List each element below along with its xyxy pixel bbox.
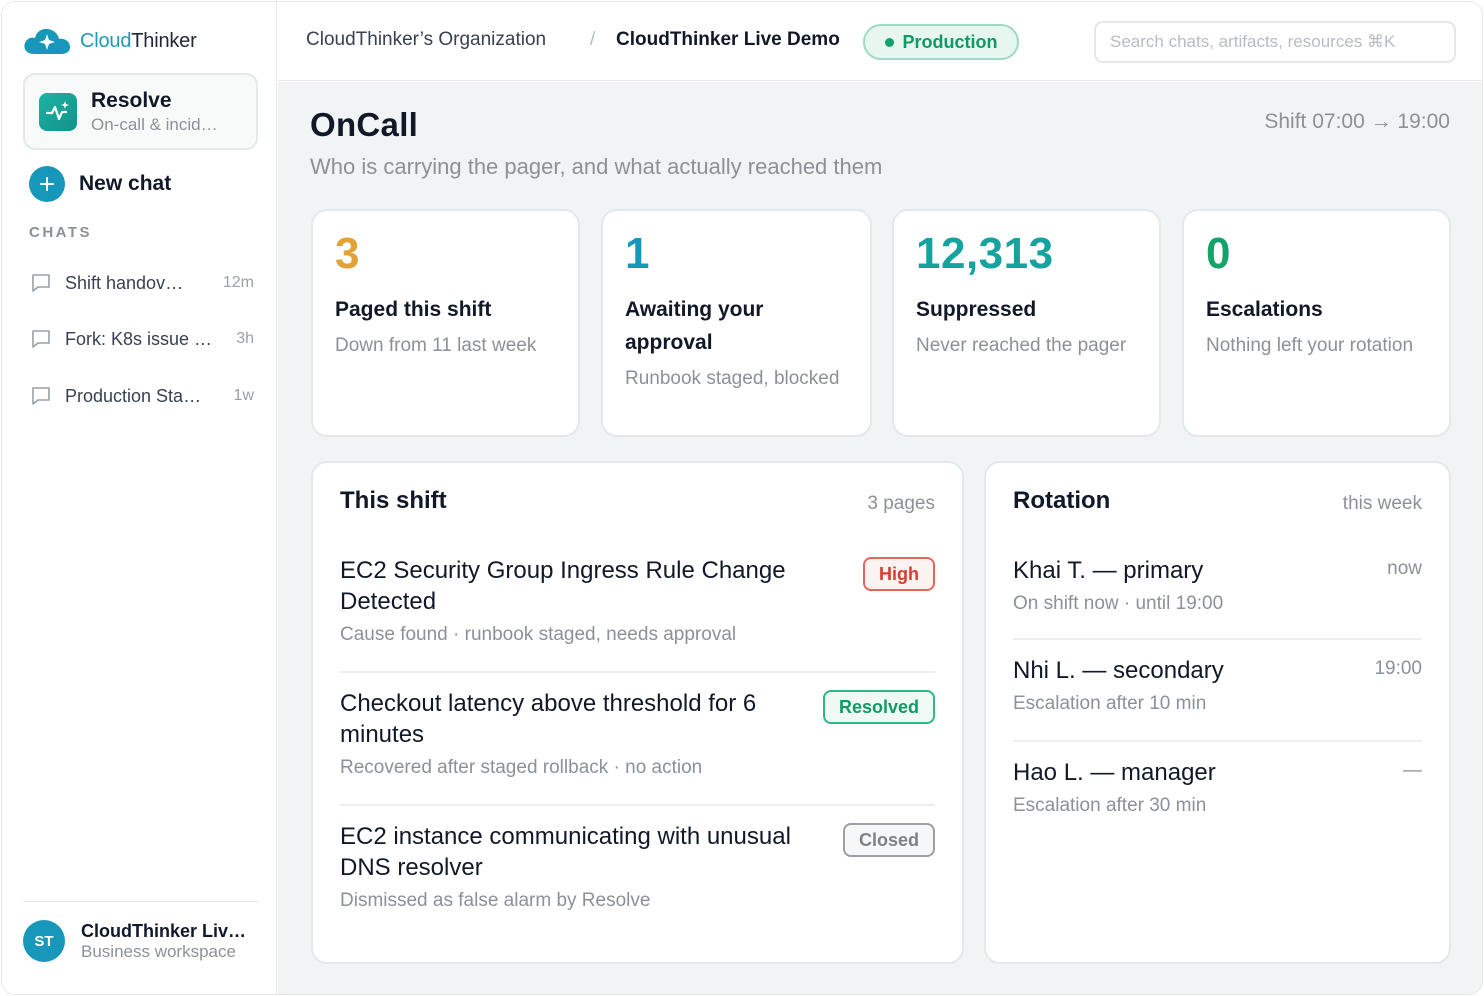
status-badge: Resolved xyxy=(822,690,935,724)
incident-item[interactable]: EC2 Security Group Ingress Rule Change D… xyxy=(340,555,935,673)
incident-title: EC2 Security Group Ingress Rule Change D… xyxy=(340,557,786,615)
search-input[interactable] xyxy=(1110,32,1454,52)
page-subtitle: Who is carrying the pager, and what actu… xyxy=(310,154,883,179)
panel-meta: this week xyxy=(1342,493,1422,514)
this-shift-panel: This shift 3 pages EC2 Security Group In… xyxy=(311,461,964,964)
app-window: CloudThinker Resolve On-call & incid… Ne… xyxy=(1,1,1483,995)
chat-item[interactable]: Production Sta… 1w xyxy=(29,381,254,411)
stat-value: 0 xyxy=(1206,229,1231,278)
chats-section-label: CHATS xyxy=(29,224,93,241)
panel-header: Rotation this week xyxy=(1013,487,1422,521)
panel-title: Rotation xyxy=(1013,487,1111,514)
chat-title: Fork: K8s issue … xyxy=(65,328,213,349)
incident-item[interactable]: EC2 instance communicating with unusual … xyxy=(340,821,935,912)
page-title: OnCall xyxy=(310,106,419,143)
sidebar: CloudThinker Resolve On-call & incid… Ne… xyxy=(2,2,277,994)
divider xyxy=(340,671,935,673)
stat-card-escalations[interactable]: 0 Escalations Nothing left your rotation xyxy=(1182,209,1451,437)
workspace-name: CloudThinker Liv… xyxy=(81,920,247,941)
stat-card-awaiting[interactable]: 1 Awaiting your approval Runbook staged,… xyxy=(601,209,872,437)
stat-card-paged[interactable]: 3 Paged this shift Down from 11 last wee… xyxy=(311,209,580,437)
stat-title: Awaiting your approval xyxy=(625,298,764,354)
stat-value: 3 xyxy=(335,229,360,278)
sidebar-divider xyxy=(23,901,259,902)
new-chat-label: New chat xyxy=(79,172,172,195)
panel-meta: 3 pages xyxy=(867,493,935,514)
chat-time: 1w xyxy=(233,387,254,404)
cloud-logo-icon xyxy=(22,26,72,56)
search-box[interactable] xyxy=(1094,21,1456,63)
environment-label: Production xyxy=(902,31,998,52)
stat-value: 1 xyxy=(625,229,650,278)
stat-title: Paged this shift xyxy=(335,298,492,321)
chat-bubble-icon xyxy=(32,387,50,405)
panel-header: This shift 3 pages xyxy=(340,487,935,521)
status-badge: Closed xyxy=(842,823,935,857)
workspace-switcher[interactable]: ST CloudThinker Liv… Business workspace xyxy=(23,920,246,962)
chat-bubble-icon xyxy=(32,330,50,348)
brand-logo[interactable]: CloudThinker xyxy=(22,26,197,56)
breadcrumb-separator: / xyxy=(590,29,596,50)
incident-item[interactable]: Checkout latency above threshold for 6 m… xyxy=(340,688,935,806)
breadcrumb-organization[interactable]: CloudThinker’s Organization xyxy=(306,29,546,51)
workspace-type: Business workspace xyxy=(81,941,236,961)
topbar: CloudThinker’s Organization / CloudThink… xyxy=(278,2,1482,81)
workspace-avatar: ST xyxy=(23,920,65,962)
rotation-status: Escalation after 30 min xyxy=(1013,795,1207,816)
chat-title: Shift handov… xyxy=(65,272,184,293)
incident-detail: Recovered after staged rollback · no act… xyxy=(340,757,703,778)
stat-description: Nothing left your rotation xyxy=(1206,335,1414,356)
rotation-time: — xyxy=(1403,760,1422,781)
chat-item[interactable]: Shift handov… 12m xyxy=(29,268,254,298)
rotation-person: Hao L. — manager xyxy=(1013,759,1216,786)
chat-item[interactable]: Fork: K8s issue … 3h xyxy=(29,324,254,354)
stat-card-suppressed[interactable]: 12,313 Suppressed Never reached the page… xyxy=(892,209,1161,437)
agent-title: Resolve xyxy=(91,88,172,112)
chat-bubble-icon xyxy=(32,274,50,292)
divider xyxy=(340,804,935,806)
rotation-item[interactable]: Hao L. — manager Escalation after 30 min… xyxy=(1013,757,1422,817)
stat-description: Runbook staged, blocked xyxy=(625,368,840,389)
plus-icon xyxy=(29,166,65,202)
rotation-person: Khai T. — primary xyxy=(1013,557,1204,584)
rotation-item[interactable]: Khai T. — primary On shift now · until 1… xyxy=(1013,555,1422,640)
status-dot-icon xyxy=(884,37,894,47)
new-chat-button[interactable]: New chat xyxy=(29,166,171,202)
rotation-status: On shift now · until 19:00 xyxy=(1013,593,1224,614)
severity-badge: High xyxy=(863,557,935,591)
main-content: OnCall Who is carrying the pager, and wh… xyxy=(278,82,1482,994)
rotation-time: now xyxy=(1387,558,1422,579)
chat-title: Production Sta… xyxy=(65,385,202,406)
divider xyxy=(1013,740,1422,742)
incident-detail: Cause found · runbook staged, needs appr… xyxy=(340,624,737,645)
stat-description: Down from 11 last week xyxy=(335,335,537,356)
rotation-time: 19:00 xyxy=(1374,658,1422,679)
chat-time: 12m xyxy=(222,274,254,291)
shift-window: Shift 07:00 → 19:00 xyxy=(1264,110,1450,133)
breadcrumb-project[interactable]: CloudThinker Live Demo xyxy=(616,29,840,51)
stat-value: 12,313 xyxy=(916,229,1054,278)
brand-name: CloudThinker xyxy=(80,29,197,52)
panel-title: This shift xyxy=(340,487,447,514)
rotation-item[interactable]: Nhi L. — secondary Escalation after 10 m… xyxy=(1013,655,1422,742)
stat-title: Escalations xyxy=(1206,298,1323,321)
pulse-sparkle-icon xyxy=(39,92,77,131)
rotation-person: Nhi L. — secondary xyxy=(1013,657,1224,684)
incident-detail: Dismissed as false alarm by Resolve xyxy=(340,890,651,911)
agent-card-resolve[interactable]: Resolve On-call & incid… xyxy=(23,73,258,150)
agent-subtitle: On-call & incid… xyxy=(91,114,218,134)
chat-time: 3h xyxy=(236,330,254,347)
rotation-status: Escalation after 10 min xyxy=(1013,693,1207,714)
stat-description: Never reached the pager xyxy=(916,335,1127,356)
stat-title: Suppressed xyxy=(916,298,1037,321)
divider xyxy=(1013,638,1422,640)
environment-badge[interactable]: Production xyxy=(863,24,1019,60)
rotation-panel: Rotation this week Khai T. — primary On … xyxy=(984,461,1451,964)
